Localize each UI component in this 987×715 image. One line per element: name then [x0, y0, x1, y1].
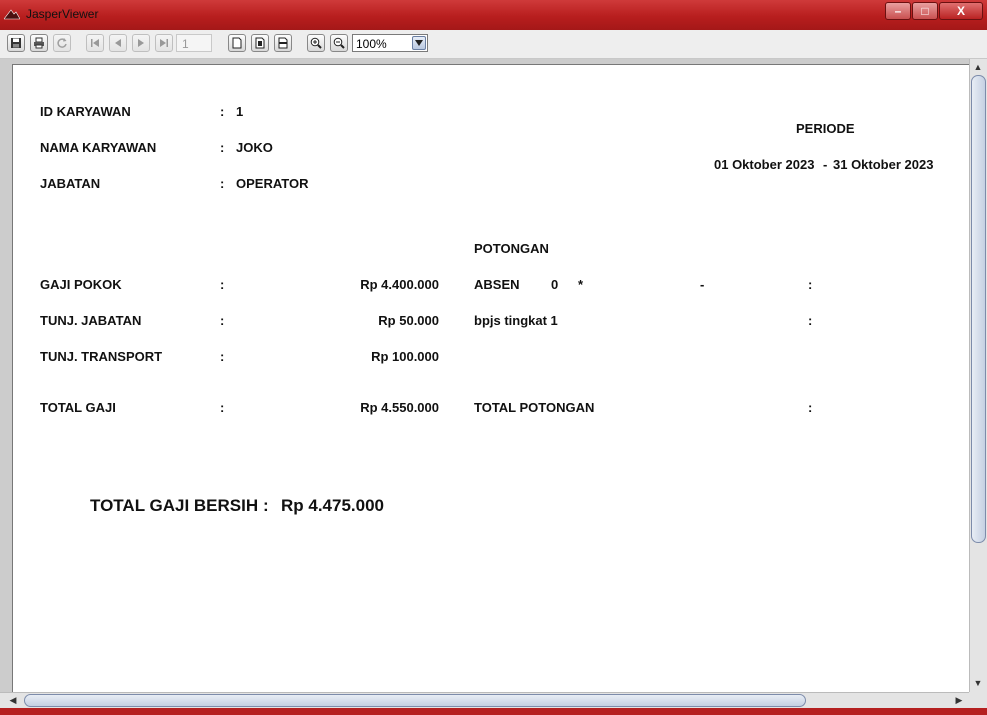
actual-size-button[interactable] — [228, 34, 246, 52]
horizontal-scrollbar[interactable]: ◀ ▶ — [0, 692, 969, 708]
vertical-scroll-thumb[interactable] — [971, 75, 986, 543]
fit-page-icon — [255, 37, 265, 49]
employee-id-value: 1 — [236, 104, 244, 119]
period-separator: - — [823, 157, 828, 172]
page-number-input[interactable]: 1 — [176, 34, 212, 52]
position-allowance-colon: : — [220, 313, 225, 328]
zoom-out-icon — [333, 37, 345, 49]
transport-allowance-colon: : — [220, 349, 225, 364]
bpjs-label: bpjs tingkat 1 — [474, 313, 558, 328]
employee-name-colon: : — [220, 140, 225, 155]
base-salary-colon: : — [220, 277, 225, 292]
total-deductions-colon: : — [808, 400, 813, 415]
last-page-button[interactable] — [155, 34, 173, 52]
period-label: PERIODE — [796, 121, 855, 136]
deductions-title: POTONGAN — [474, 241, 549, 256]
total-salary-colon: : — [220, 400, 225, 415]
save-icon — [11, 38, 21, 48]
scroll-right-icon[interactable]: ▶ — [952, 693, 966, 707]
transport-allowance-value: Rp 100.000 — [371, 349, 439, 364]
actual-size-icon — [232, 37, 242, 49]
fit-width-button[interactable] — [274, 34, 292, 52]
window-titlebar: JasperViewer – □ X — [0, 0, 987, 30]
previous-page-button[interactable] — [109, 34, 127, 52]
fit-page-button[interactable] — [251, 34, 269, 52]
absence-multiplier: * — [578, 277, 584, 292]
zoom-in-icon — [310, 37, 322, 49]
total-salary-value: Rp 4.550.000 — [360, 400, 439, 415]
chevron-down-icon[interactable] — [412, 36, 426, 50]
bpjs-colon: : — [808, 313, 813, 328]
next-page-button[interactable] — [132, 34, 150, 52]
absence-count: 0 — [551, 277, 559, 292]
next-page-icon — [138, 39, 144, 47]
scrollbar-corner — [969, 692, 987, 708]
employee-id-label: ID KARYAWAN — [40, 104, 131, 119]
zoom-select[interactable]: 100% — [352, 34, 428, 52]
scroll-up-icon[interactable]: ▲ — [971, 60, 985, 74]
position-allowance-value: Rp 50.000 — [378, 313, 439, 328]
first-page-icon — [91, 39, 99, 47]
base-salary-label: GAJI POKOK — [40, 277, 122, 292]
employee-position-label: JABATAN — [40, 176, 101, 191]
zoom-value: 100% — [356, 37, 387, 51]
employee-name-value: JOKO — [236, 140, 273, 155]
maximize-button[interactable]: □ — [912, 2, 938, 20]
window-title: JasperViewer — [26, 7, 99, 21]
viewer-toolbar: 1 100% — [0, 30, 987, 59]
report-page: ID KARYAWAN : 1 NAMA KARYAWAN : JOKO JAB… — [12, 64, 969, 692]
zoom-out-button[interactable] — [330, 34, 348, 52]
print-icon — [34, 37, 44, 49]
first-page-button[interactable] — [86, 34, 104, 52]
period-end: 31 Oktober 2023 — [833, 157, 934, 172]
jasper-logo-icon — [4, 9, 20, 20]
employee-position-colon: : — [220, 176, 225, 191]
scroll-left-icon[interactable]: ◀ — [6, 693, 20, 707]
scroll-down-icon[interactable]: ▼ — [971, 676, 985, 690]
absence-colon: : — [808, 277, 813, 292]
horizontal-scroll-thumb[interactable] — [24, 694, 806, 707]
net-salary-label: TOTAL GAJI BERSIH — [90, 496, 259, 515]
vertical-scrollbar[interactable]: ▲ ▼ — [969, 59, 987, 692]
employee-position-value: OPERATOR — [236, 176, 309, 191]
employee-id-colon: : — [220, 104, 225, 119]
last-page-icon — [160, 39, 168, 47]
window-controls: – □ X — [884, 2, 983, 22]
minimize-button[interactable]: – — [885, 2, 911, 20]
reload-button[interactable] — [53, 34, 71, 52]
absence-rate: - — [700, 277, 705, 292]
absence-label: ABSEN — [474, 277, 520, 292]
save-button[interactable] — [7, 34, 25, 52]
net-salary-value: Rp 4.475.000 — [281, 496, 385, 515]
previous-page-icon — [115, 39, 121, 47]
total-deductions-label: TOTAL POTONGAN — [474, 400, 595, 415]
close-button[interactable]: X — [939, 2, 983, 20]
period-start: 01 Oktober 2023 — [714, 157, 815, 172]
reload-icon — [57, 38, 67, 48]
zoom-in-button[interactable] — [307, 34, 325, 52]
print-button[interactable] — [30, 34, 48, 52]
transport-allowance-label: TUNJ. TRANSPORT — [40, 349, 163, 364]
base-salary-value: Rp 4.400.000 — [360, 277, 439, 292]
position-allowance-label: TUNJ. JABATAN — [40, 313, 142, 328]
total-salary-label: TOTAL GAJI — [40, 400, 116, 415]
fit-width-icon — [278, 37, 288, 49]
report-viewer: ID KARYAWAN : 1 NAMA KARYAWAN : JOKO JAB… — [0, 59, 987, 692]
net-salary-colon: : — [263, 496, 269, 515]
window-bottom-border — [0, 708, 987, 715]
employee-name-label: NAMA KARYAWAN — [40, 140, 157, 155]
